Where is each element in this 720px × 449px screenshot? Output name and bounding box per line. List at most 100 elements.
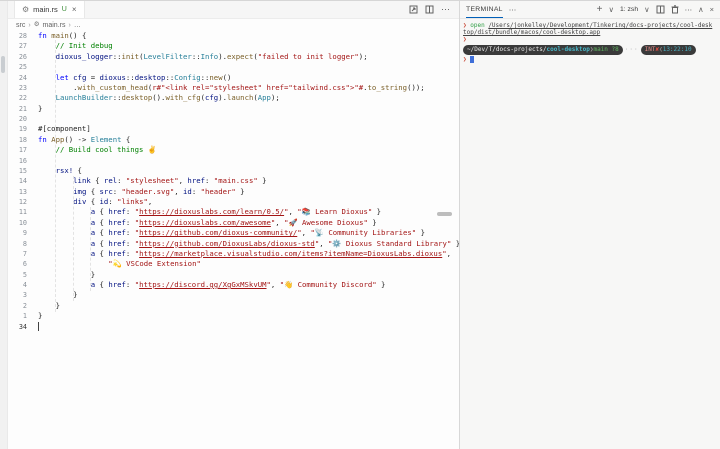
terminal-line[interactable]: top/dist/bundle/macos/cool-desktop.app: [463, 29, 720, 36]
tab-main-rs[interactable]: ⚙ main.rs U ×: [14, 1, 85, 18]
code-text[interactable]: }: [38, 290, 78, 300]
line-number[interactable]: 34: [8, 322, 27, 332]
line-number[interactable]: 4: [8, 280, 27, 290]
code-text[interactable]: #[component]: [38, 124, 91, 134]
code-line[interactable]: 19 #[component]: [8, 124, 459, 134]
panel-tabs-overflow-icon[interactable]: ⋯: [509, 6, 517, 14]
code-text[interactable]: a { href: "https://dioxuslabs.com/awesom…: [38, 218, 377, 228]
code-link[interactable]: https://github.com/dioxus-community/: [139, 228, 297, 237]
code-line[interactable]: 27 // Init debug: [8, 41, 459, 51]
code-text[interactable]: a { href: "https://github.com/DioxusLabs…: [38, 239, 460, 249]
line-number[interactable]: 10: [8, 218, 27, 228]
line-number[interactable]: 12: [8, 197, 27, 207]
code-line[interactable]: 14 link { rel: "stylesheet", href: "main…: [8, 176, 459, 186]
line-number[interactable]: 15: [8, 166, 27, 176]
code-text[interactable]: img { src: "header.svg", id: "header" }: [38, 187, 245, 197]
code-text[interactable]: LaunchBuilder::desktop().with_cfg(cfg).l…: [38, 93, 280, 103]
close-panel-icon[interactable]: ×: [710, 6, 714, 14]
code-line[interactable]: 11 a { href: "https://dioxuslabs.com/lea…: [8, 207, 459, 217]
line-number[interactable]: 11: [8, 207, 27, 217]
code-text[interactable]: fn App() -> Element {: [38, 135, 130, 145]
code-line[interactable]: 28 fn main() {: [8, 31, 459, 41]
tab-terminal[interactable]: TERMINAL: [466, 1, 503, 18]
line-number[interactable]: 5: [8, 270, 27, 280]
line-number[interactable]: 2: [8, 301, 27, 311]
line-number[interactable]: 28: [8, 31, 27, 41]
new-terminal-icon[interactable]: +: [597, 5, 603, 15]
code-text[interactable]: }: [38, 301, 60, 311]
scrollbar-thumb[interactable]: [1, 56, 5, 73]
code-text[interactable]: }: [38, 270, 95, 280]
code-line[interactable]: 22 LaunchBuilder::desktop().with_cfg(cfg…: [8, 93, 459, 103]
more-actions-icon[interactable]: ⋯: [441, 5, 450, 14]
maximize-panel-icon[interactable]: ∧: [698, 6, 704, 14]
code-line[interactable]: 10 a { href: "https://dioxuslabs.com/awe…: [8, 218, 459, 228]
code-line[interactable]: 6 "💫 VSCode Extension": [8, 259, 459, 269]
code-text[interactable]: .with_custom_head(r#"<link rel="styleshe…: [38, 83, 425, 93]
new-terminal-dropdown-icon[interactable]: ∨: [608, 6, 614, 14]
breadcrumb-main-rs[interactable]: main.rs: [43, 22, 66, 29]
code-text[interactable]: "💫 VSCode Extension": [38, 259, 201, 269]
code-text[interactable]: }: [38, 104, 42, 114]
terminal-content[interactable]: ❯ open /Users/jonkelley/Development/Tink…: [460, 19, 720, 63]
line-number[interactable]: 17: [8, 145, 27, 155]
code-line[interactable]: 5 }: [8, 270, 459, 280]
code-link[interactable]: https://dioxuslabs.com/learn/0.5/: [139, 207, 284, 216]
line-number[interactable]: 7: [8, 249, 27, 259]
code-line[interactable]: 23 .with_custom_head(r#"<link rel="style…: [8, 83, 459, 93]
code-text[interactable]: dioxus_logger::init(LevelFilter::Info).e…: [38, 52, 368, 62]
code-line[interactable]: 25: [8, 62, 459, 72]
code-text[interactable]: [38, 322, 39, 332]
terminal-line[interactable]: ❯: [463, 56, 720, 63]
line-number[interactable]: 16: [8, 156, 27, 166]
line-number[interactable]: 24: [8, 73, 27, 83]
terminal-line[interactable]: ❯ open /Users/jonkelley/Development/Tink…: [463, 22, 720, 29]
line-number[interactable]: 25: [8, 62, 27, 72]
kill-terminal-icon[interactable]: [671, 5, 679, 14]
split-terminal-icon[interactable]: [656, 5, 665, 14]
terminal-line[interactable]: ❯: [463, 36, 720, 43]
line-number[interactable]: 21: [8, 104, 27, 114]
code-line[interactable]: 20: [8, 114, 459, 124]
code-text[interactable]: }: [38, 311, 42, 321]
line-number[interactable]: 22: [8, 93, 27, 103]
terminal-file-link[interactable]: /Users/jonkelley/Development/Tinkering/d…: [488, 22, 712, 29]
code-line[interactable]: 17 // Build cool things ✌️: [8, 145, 459, 155]
line-number[interactable]: 20: [8, 114, 27, 124]
line-number[interactable]: 6: [8, 259, 27, 269]
line-number[interactable]: 3: [8, 290, 27, 300]
line-number[interactable]: 1: [8, 311, 27, 321]
terminal-shell-select[interactable]: 1: zsh: [620, 6, 638, 13]
line-number[interactable]: 23: [8, 83, 27, 93]
terminal-line[interactable]: ~/Dev/T/docs-projects/cool-desktop ❯ mai…: [463, 44, 720, 55]
code-line[interactable]: 13 img { src: "header.svg", id: "header"…: [8, 187, 459, 197]
code-text[interactable]: // Init debug: [38, 41, 113, 51]
line-number[interactable]: 13: [8, 187, 27, 197]
code-line[interactable]: 4 a { href: "https://discord.gg/XgGxMSkv…: [8, 280, 459, 290]
terminal-more-actions-icon[interactable]: ⋯: [685, 6, 693, 14]
code-line[interactable]: 3 }: [8, 290, 459, 300]
code-text[interactable]: fn main() {: [38, 31, 86, 41]
open-changes-icon[interactable]: [409, 5, 418, 14]
split-editor-icon[interactable]: [425, 5, 434, 14]
code-line[interactable]: 9 a { href: "https://github.com/dioxus-c…: [8, 228, 459, 238]
line-number[interactable]: 19: [8, 124, 27, 134]
code-line[interactable]: 1}: [8, 311, 459, 321]
code-line[interactable]: 16: [8, 156, 459, 166]
code-text[interactable]: rsx! {: [38, 166, 82, 176]
code-line[interactable]: 26 dioxus_logger::init(LevelFilter::Info…: [8, 52, 459, 62]
code-line[interactable]: 15 rsx! {: [8, 166, 459, 176]
code-link[interactable]: https://marketplace.visualstudio.com/ite…: [139, 249, 442, 258]
code-line[interactable]: 8 a { href: "https://github.com/DioxusLa…: [8, 239, 459, 249]
breadcrumb-src[interactable]: src: [16, 22, 25, 29]
code-line[interactable]: 34: [8, 322, 459, 332]
line-number[interactable]: 8: [8, 239, 27, 249]
code-link[interactable]: https://github.com/DioxusLabs/dioxus-std: [139, 239, 315, 248]
code-text[interactable]: a { href: "https://github.com/dioxus-com…: [38, 228, 425, 238]
code-area[interactable]: 28fn main() {27 // Init debug26 dioxus_l…: [8, 31, 459, 332]
code-text[interactable]: a { href: "https://marketplace.visualstu…: [38, 249, 451, 259]
code-line[interactable]: 7 a { href: "https://marketplace.visuals…: [8, 249, 459, 259]
line-number[interactable]: 9: [8, 228, 27, 238]
code-line[interactable]: 24 let cfg = dioxus::desktop::Config::ne…: [8, 73, 459, 83]
code-link[interactable]: https://dioxuslabs.com/awesome: [139, 218, 271, 227]
